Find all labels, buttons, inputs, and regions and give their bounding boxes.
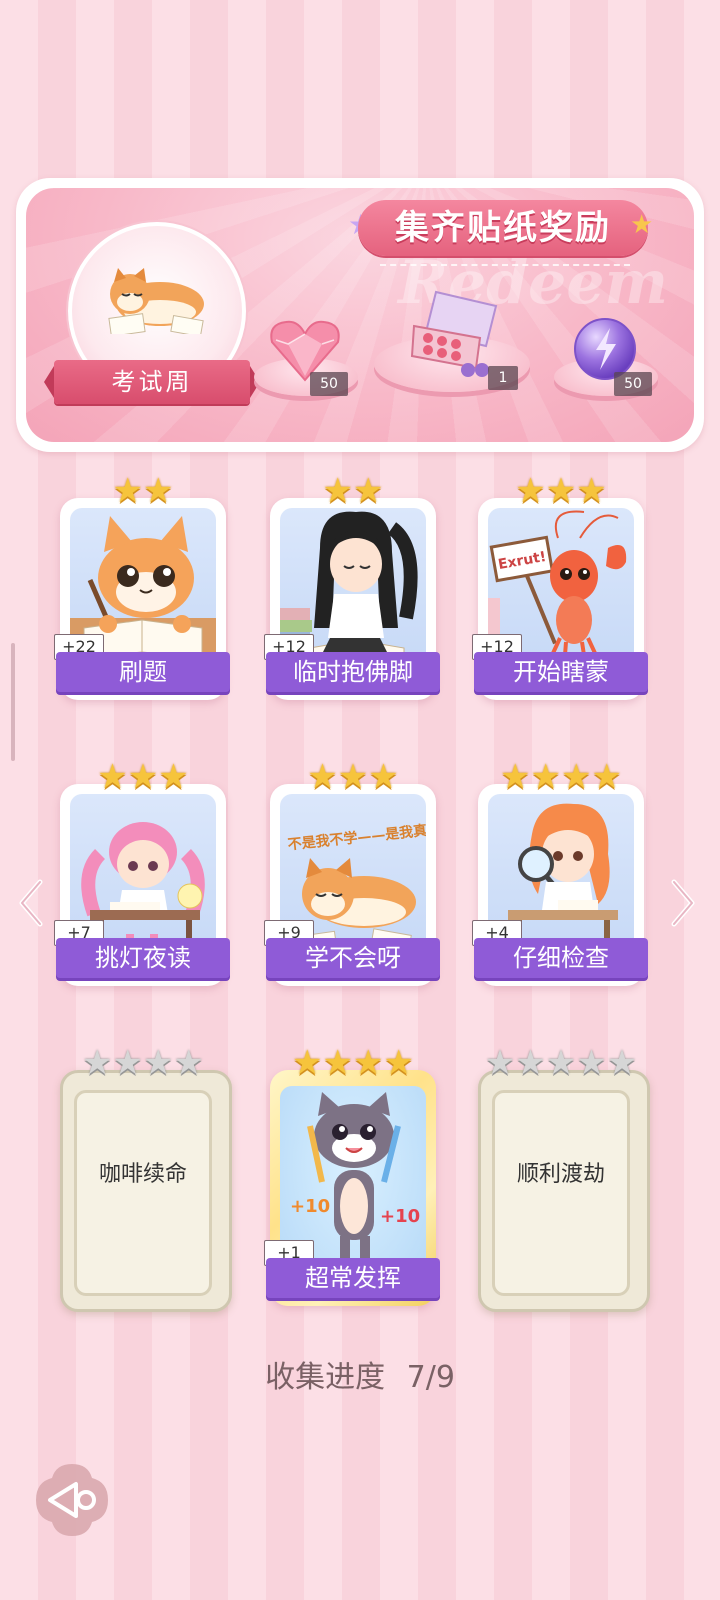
rarity-stars: ★★★ — [307, 757, 399, 797]
rarity-stars: ★★★★ — [292, 1043, 414, 1083]
rarity-stars: ★★★ — [515, 471, 607, 511]
progress-label: 收集进度 — [265, 1360, 386, 1395]
banner-title-box: 集齐贴纸奖励 — [358, 200, 648, 256]
rarity-stars: ★★★★ — [500, 757, 622, 797]
card-title: 顺利渡劫 — [516, 1162, 605, 1187]
sticker-card[interactable]: ★★★★ +4 仔细检查 — [472, 757, 648, 986]
event-ribbon: 考试周 — [44, 360, 260, 404]
reward-count-badge: 1 — [488, 366, 518, 390]
reward-banner: Redeem ★ 集齐贴纸奖励 ★ 考试周 50 — [16, 178, 704, 452]
sticker-card[interactable]: ★★★ +7 挑灯夜读 — [54, 757, 230, 986]
title-dashed-line — [380, 264, 630, 266]
card-title: 刷题 — [56, 652, 230, 692]
chevron-left-icon[interactable] — [16, 878, 46, 928]
card-inner-border — [492, 1090, 630, 1296]
art-caption: +10 — [290, 1196, 330, 1217]
rarity-stars: ★★★ — [97, 757, 189, 797]
sticker-card[interactable]: 不是我不学——是我真不会呀 ★★★ +9 学不会呀 — [264, 757, 440, 986]
art-caption: +10 — [380, 1206, 420, 1227]
card-title: 超常发挥 — [266, 1258, 440, 1298]
side-scroll-indicator — [11, 643, 15, 761]
reward-count-badge: 50 — [310, 372, 348, 396]
reward-count-badge: 50 — [614, 372, 652, 396]
banner-title: 集齐贴纸奖励 — [395, 208, 611, 248]
back-icon[interactable] — [32, 1460, 112, 1540]
card-title: 咖啡续命 — [98, 1162, 187, 1187]
sticker-card[interactable]: ★★ +12 临时抱佛脚 — [264, 471, 440, 700]
card-title: 仔细检查 — [474, 938, 648, 978]
sticker-card[interactable]: +10 +10 ★★★★ +1 超常发挥 — [264, 1043, 440, 1306]
shiba-sleeping-icon — [108, 268, 204, 334]
rarity-stars: ★★★★ — [82, 1043, 204, 1083]
card-inner-border — [74, 1090, 212, 1296]
sparkle-star-icon: ★ — [630, 210, 654, 240]
rarity-stars: ★★★★★ — [484, 1043, 638, 1083]
sticker-card-locked[interactable]: ★★★★★ 顺利渡劫 — [478, 1043, 650, 1312]
card-title: 挑灯夜读 — [56, 938, 230, 978]
card-title: 学不会呀 — [266, 938, 440, 978]
progress-value: 7/9 — [406, 1360, 455, 1395]
sticker-card[interactable]: Exrut! ★★★ +12 开始瞎蒙 — [472, 471, 648, 700]
card-title: 开始瞎蒙 — [474, 652, 648, 692]
rarity-stars: ★★ — [112, 471, 174, 511]
chevron-right-icon[interactable] — [668, 878, 698, 928]
rarity-stars: ★★ — [322, 471, 384, 511]
sticker-card-locked[interactable]: ★★★★ 咖啡续命 — [60, 1043, 232, 1312]
sticker-card[interactable]: ★★ +22 刷题 — [54, 471, 230, 700]
event-label: 考试周 — [111, 368, 193, 396]
art-caption: 不是我不学——是我真不会呀 — [287, 817, 426, 853]
card-title: 临时抱佛脚 — [266, 652, 440, 692]
gift-box-icon[interactable] — [406, 286, 504, 378]
collection-progress: 收集进度 7/9 — [0, 1352, 720, 1396]
